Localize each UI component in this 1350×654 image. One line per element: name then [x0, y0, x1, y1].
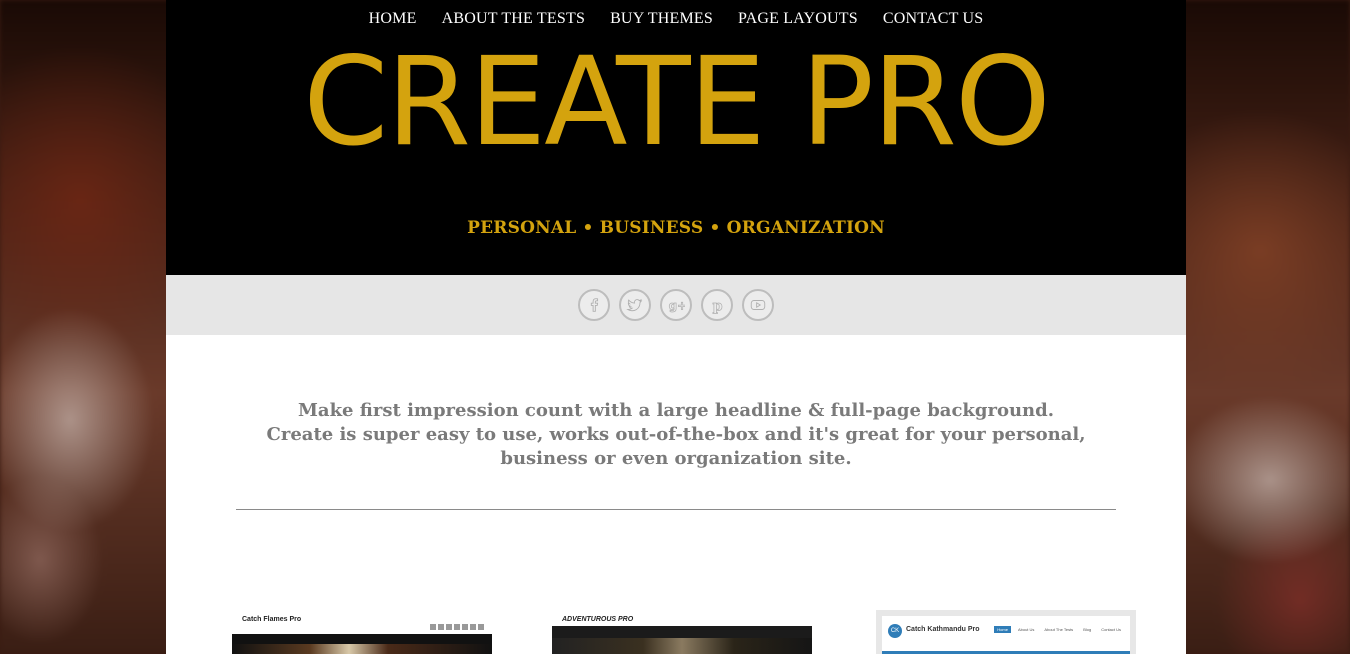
- intro-line-1: Make first impression count with a large…: [298, 400, 1054, 421]
- svg-text:p: p: [713, 297, 723, 314]
- thumbnail-image: [552, 638, 812, 654]
- site-tagline: PERSONAL • BUSINESS • ORGANIZATION: [467, 218, 885, 238]
- thumbnail-image: [232, 644, 492, 654]
- thumbnail-menu-item: About The Tests: [1044, 627, 1074, 632]
- google-plus-icon[interactable]: g+: [660, 289, 692, 321]
- thumbnail-title: Catch Flames Pro: [242, 616, 302, 623]
- pinterest-icon[interactable]: p: [701, 289, 733, 321]
- theme-thumbnails: Catch Flames Pro ADVENTUROUS PRO CK Catc…: [166, 610, 1186, 654]
- facebook-icon[interactable]: [578, 289, 610, 321]
- thumbnail-frame: CK Catch Kathmandu Pro Home About Us Abo…: [882, 616, 1130, 654]
- intro-text: Make first impression count with a large…: [166, 335, 1186, 471]
- intro-line-2: Create is super easy to use, works out-o…: [266, 424, 1086, 469]
- thumbnail-title: ADVENTUROUS PRO: [562, 616, 634, 623]
- page-container: HOME ABOUT THE TESTS BUY THEMES PAGE LAY…: [166, 0, 1186, 654]
- thumbnail-logo: CK: [888, 624, 902, 638]
- theme-thumbnail-catch-kathmandu-pro[interactable]: CK Catch Kathmandu Pro Home About Us Abo…: [876, 610, 1136, 654]
- svg-text:g+: g+: [669, 299, 685, 313]
- thumbnail-menu-item: About Us: [1017, 627, 1035, 632]
- thumbnail-menu-item: Contact Us: [1101, 627, 1121, 632]
- twitter-icon[interactable]: [619, 289, 651, 321]
- thumbnail-social-buttons: [430, 624, 484, 630]
- site-title[interactable]: CREATE PRO: [166, 41, 1186, 163]
- youtube-icon[interactable]: [742, 289, 774, 321]
- social-links-bar: g+ p: [166, 275, 1186, 335]
- theme-thumbnail-catch-flames-pro[interactable]: Catch Flames Pro: [232, 610, 492, 654]
- thumbnail-menu-item: Home: [994, 626, 1011, 633]
- thumbnail-menu: Home About Us About The Tests Blog Conta…: [994, 626, 1124, 633]
- theme-thumbnail-adventurous-pro[interactable]: ADVENTUROUS PRO: [552, 610, 812, 654]
- thumbnail-menu-item: Blog: [1083, 627, 1092, 632]
- thumbnail-title: Catch Kathmandu Pro: [906, 626, 980, 633]
- site-header: HOME ABOUT THE TESTS BUY THEMES PAGE LAY…: [166, 0, 1186, 275]
- section-divider: [236, 509, 1116, 510]
